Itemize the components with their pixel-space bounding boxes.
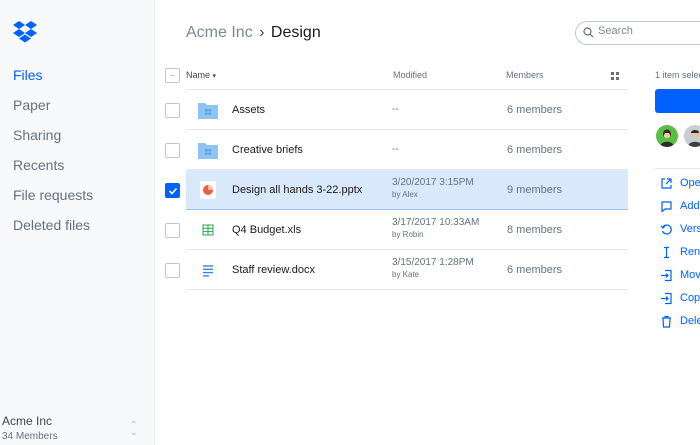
modified-info: 3/20/2017 3:15PM by Alex bbox=[392, 177, 474, 201]
sidebar-item-deleted-files[interactable]: Deleted files bbox=[13, 216, 93, 246]
column-header-name[interactable]: Name ▾ bbox=[186, 70, 216, 82]
action-label: Mov bbox=[680, 269, 700, 281]
breadcrumb-parent[interactable]: Acme Inc bbox=[186, 24, 253, 41]
sidebar-item-paper[interactable]: Paper bbox=[13, 96, 93, 126]
sidebar-item-sharing[interactable]: Sharing bbox=[13, 126, 93, 156]
members-count[interactable]: 6 members bbox=[507, 263, 562, 277]
table-row[interactable]: Creative briefs -- 6 members bbox=[158, 130, 628, 170]
members-count[interactable]: 8 members bbox=[507, 223, 562, 237]
modified-date: -- bbox=[392, 104, 399, 115]
checkmark-icon bbox=[168, 187, 178, 195]
column-header-modified[interactable]: Modified bbox=[393, 70, 427, 81]
modified-date: 3/15/2017 1:28PM bbox=[392, 257, 474, 268]
row-checkbox[interactable] bbox=[165, 223, 180, 238]
details-panel: 1 item selec Ope Add Vers Ren Mov Cop De… bbox=[640, 0, 700, 445]
person-icon bbox=[688, 130, 700, 147]
row-checkbox-checked[interactable] bbox=[165, 183, 180, 198]
sidebar-item-files[interactable]: Files bbox=[13, 66, 93, 96]
column-header-members[interactable]: Members bbox=[506, 70, 544, 81]
modified-date: 3/20/2017 3:15PM bbox=[392, 177, 474, 188]
file-name[interactable]: Q4 Budget.xls bbox=[232, 223, 301, 237]
row-checkbox[interactable] bbox=[165, 143, 180, 158]
avatar[interactable] bbox=[684, 125, 700, 147]
sidebar-item-recents[interactable]: Recents bbox=[13, 156, 93, 186]
action-label: Cop bbox=[680, 292, 700, 304]
folder-icon bbox=[198, 103, 218, 119]
file-name[interactable]: Staff review.docx bbox=[232, 263, 315, 277]
modified-by: by Alex bbox=[392, 190, 418, 199]
move-icon bbox=[661, 269, 672, 282]
modified-info: 3/17/2017 10:33AM by Robin bbox=[392, 217, 479, 241]
trash-icon bbox=[662, 315, 671, 328]
modified-by: by Robin bbox=[392, 230, 424, 239]
sidebar: Files Paper Sharing Recents File request… bbox=[0, 0, 155, 445]
history-icon bbox=[660, 224, 672, 235]
table-row[interactable]: Staff review.docx 3/15/2017 1:28PM by Ka… bbox=[158, 250, 628, 290]
pptx-icon bbox=[200, 181, 216, 199]
table-header: Name ▾ Modified Members bbox=[158, 60, 628, 90]
table-row[interactable]: Q4 Budget.xls 3/17/2017 10:33AM by Robin… bbox=[158, 210, 628, 250]
selection-count: 1 item selec bbox=[655, 70, 700, 80]
file-name[interactable]: Design all hands 3-22.pptx bbox=[232, 183, 362, 197]
breadcrumb-separator: › bbox=[259, 24, 265, 41]
modified-date: -- bbox=[392, 144, 399, 155]
action-label: Ren bbox=[680, 246, 700, 258]
row-divider bbox=[186, 289, 628, 290]
sidebar-item-file-requests[interactable]: File requests bbox=[13, 186, 93, 216]
action-label: Add bbox=[680, 200, 700, 212]
column-header-name-label: Name bbox=[186, 70, 211, 80]
spreadsheet-icon bbox=[202, 224, 214, 236]
file-name[interactable]: Assets bbox=[232, 103, 265, 117]
rename-cursor-icon bbox=[664, 246, 669, 259]
comment-icon bbox=[661, 201, 672, 213]
action-label: Dele bbox=[680, 315, 700, 327]
file-table: Name ▾ Modified Members Assets -- 6 memb… bbox=[158, 60, 628, 290]
document-icon bbox=[203, 265, 213, 277]
members-count[interactable]: 6 members bbox=[507, 143, 562, 157]
modified-date: 3/17/2017 10:33AM bbox=[392, 217, 480, 228]
avatar[interactable] bbox=[656, 125, 678, 147]
file-name[interactable]: Creative briefs bbox=[232, 143, 303, 157]
grid-view-icon[interactable] bbox=[611, 72, 619, 80]
search-icon bbox=[583, 27, 594, 38]
table-row-selected[interactable]: Design all hands 3-22.pptx 3/20/2017 3:1… bbox=[158, 170, 628, 210]
select-all-checkbox[interactable] bbox=[165, 68, 180, 83]
row-checkbox[interactable] bbox=[165, 103, 180, 118]
members-count[interactable]: 9 members bbox=[507, 183, 562, 197]
modified-info: 3/15/2017 1:28PM by Kate bbox=[392, 257, 474, 281]
team-switcher[interactable]: Acme Inc 34 Members ⌃ ⌄ bbox=[2, 414, 152, 443]
row-checkbox[interactable] bbox=[165, 263, 180, 278]
modified-by: by Kate bbox=[392, 270, 420, 279]
dropbox-logo-icon[interactable] bbox=[13, 21, 37, 43]
sort-down-icon: ▾ bbox=[212, 73, 217, 80]
sidebar-nav: Files Paper Sharing Recents File request… bbox=[13, 66, 93, 246]
panel-divider bbox=[655, 168, 700, 169]
share-button[interactable] bbox=[655, 89, 700, 113]
action-label: Ope bbox=[680, 177, 700, 189]
minus-icon bbox=[170, 75, 175, 76]
chevron-updown-icon: ⌃ ⌄ bbox=[129, 420, 138, 438]
open-external-icon bbox=[661, 178, 672, 189]
person-icon bbox=[660, 129, 674, 147]
page-title: Design bbox=[270, 24, 321, 41]
folder-icon bbox=[198, 143, 218, 159]
breadcrumb: Acme Inc › Design bbox=[186, 23, 321, 43]
table-row[interactable]: Assets -- 6 members bbox=[158, 90, 628, 130]
members-count[interactable]: 6 members bbox=[507, 103, 562, 117]
action-label: Vers bbox=[680, 223, 700, 235]
copy-icon bbox=[661, 292, 672, 305]
